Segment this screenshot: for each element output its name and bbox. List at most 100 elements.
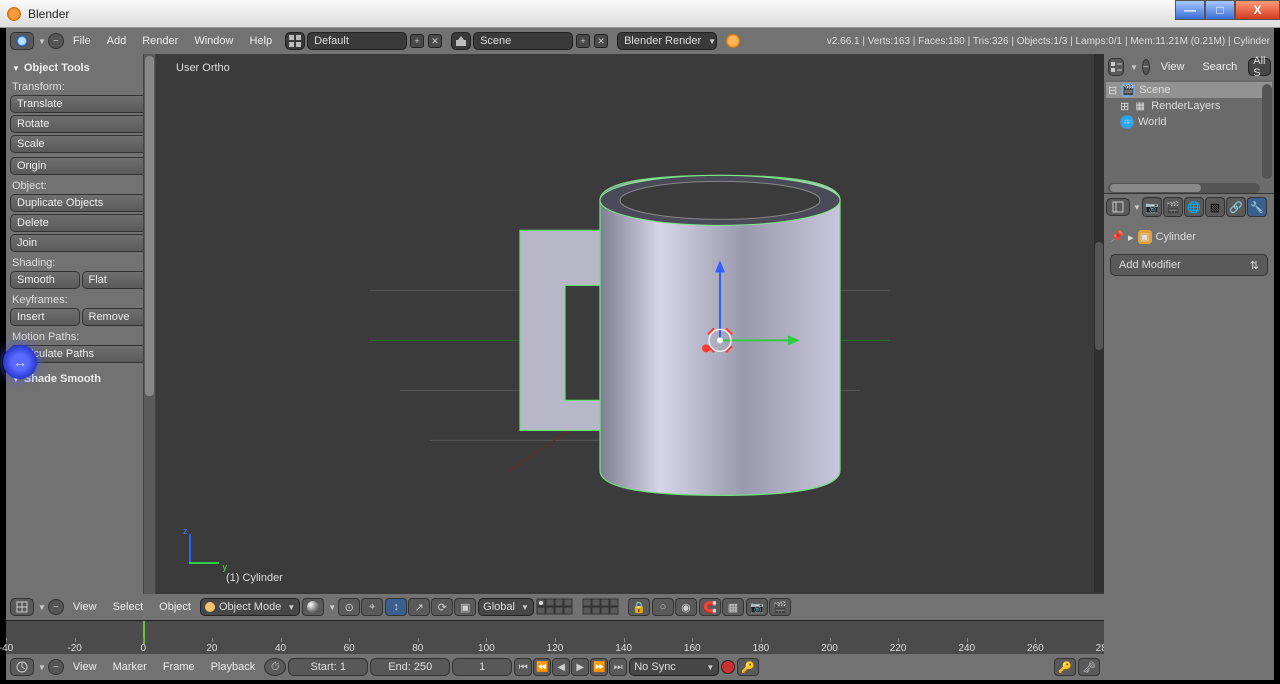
jump-end-button[interactable]: ⏭	[609, 658, 627, 676]
tab-modifiers[interactable]: 🔧	[1247, 197, 1267, 217]
viewport[interactable]: User Ortho (1) Cylinder	[156, 54, 1104, 592]
menu-object[interactable]: Object	[152, 601, 198, 613]
tree-row-renderlayers[interactable]: ⊞▦RenderLayers	[1106, 98, 1272, 114]
pivot-point-button[interactable]: ⊙	[338, 598, 360, 616]
pivot-align-button[interactable]: ⌖	[361, 598, 383, 616]
menu-view[interactable]: View	[66, 661, 104, 673]
object-name[interactable]: Cylinder	[1156, 231, 1196, 243]
scrollbar-thumb[interactable]	[1110, 184, 1201, 192]
scene-browse[interactable]	[451, 32, 471, 50]
menu-add[interactable]: Add	[100, 35, 134, 47]
shade-flat-button[interactable]: Flat	[82, 271, 152, 289]
scene-delete-button[interactable]: ✕	[594, 34, 608, 48]
tab-render[interactable]: 📷	[1142, 197, 1162, 217]
lock-camera-button[interactable]: 🔒	[628, 598, 650, 616]
end-frame-field[interactable]: End: 250	[370, 658, 450, 676]
proportional-edit-button[interactable]: ○	[652, 598, 674, 616]
editor-type-selector[interactable]	[10, 32, 34, 50]
outliner-tree[interactable]: ⊟🎬Scene ⊞▦RenderLayers 🌐World	[1104, 80, 1274, 132]
scrollbar-thumb[interactable]	[145, 56, 154, 396]
outliner-h-scrollbar[interactable]	[1108, 183, 1260, 193]
viewport-scrollbar[interactable]	[1094, 54, 1104, 592]
layers-group-a[interactable]	[536, 598, 580, 616]
current-frame-field[interactable]: 1	[452, 658, 512, 676]
scrollbar-thumb[interactable]	[1095, 242, 1103, 350]
tab-constraints[interactable]: 🔗	[1226, 197, 1246, 217]
window-maximize-button[interactable]: □	[1205, 0, 1235, 20]
menu-playback[interactable]: Playback	[204, 661, 263, 673]
manipulator-translate[interactable]: ↗	[408, 598, 430, 616]
outliner-v-scrollbar[interactable]	[1262, 84, 1272, 179]
shade-smooth-button[interactable]: Smooth	[10, 271, 80, 289]
play-button[interactable]: ▶	[571, 658, 589, 676]
collapse-menus-button[interactable]: −	[48, 599, 64, 615]
editor-type-selector[interactable]	[1106, 198, 1130, 216]
editor-type-selector[interactable]	[10, 598, 34, 616]
manipulator-scale[interactable]: ▣	[454, 598, 476, 616]
auto-keyframe-button[interactable]	[721, 660, 735, 674]
start-frame-field[interactable]: Start: 1	[288, 658, 368, 676]
window-minimize-button[interactable]: —	[1175, 0, 1205, 20]
menu-window[interactable]: Window	[187, 35, 240, 47]
keyframe-next-button[interactable]: ⏩	[590, 658, 608, 676]
render-preview-button[interactable]: 📷	[746, 598, 768, 616]
keyframe-insert-button[interactable]: Insert	[10, 308, 80, 326]
delete-button[interactable]: Delete	[10, 214, 151, 232]
expand-icon[interactable]: ⊞	[1120, 100, 1129, 113]
panel-object-tools[interactable]: ▼Object Tools	[10, 58, 151, 78]
orientation-dropdown[interactable]: Global▼	[478, 598, 534, 616]
snap-element-button[interactable]: ▦	[722, 598, 744, 616]
tree-row-scene[interactable]: ⊟🎬Scene	[1106, 82, 1272, 98]
tree-row-world[interactable]: 🌐World	[1106, 114, 1272, 130]
mode-dropdown[interactable]: Object Mode▼	[200, 598, 300, 616]
screen-layout-browse[interactable]	[285, 32, 305, 50]
tab-world[interactable]: 🌐	[1184, 197, 1204, 217]
menu-select[interactable]: Select	[106, 601, 151, 613]
pin-icon[interactable]: 📌	[1110, 230, 1124, 244]
play-reverse-button[interactable]: ◀	[552, 658, 570, 676]
screen-layout-dropdown[interactable]: Default	[307, 32, 407, 50]
collapse-menus-button[interactable]: −	[48, 33, 64, 49]
expand-icon[interactable]: ⊟	[1108, 84, 1117, 97]
add-modifier-dropdown[interactable]: Add Modifier ⇅	[1110, 254, 1268, 276]
keyframe-prev-button[interactable]: ⏪	[533, 658, 551, 676]
outliner-display-mode[interactable]: All S	[1248, 58, 1270, 76]
keyframe-remove-button[interactable]: Remove	[82, 308, 152, 326]
editor-type-selector[interactable]	[10, 658, 34, 676]
translate-button[interactable]: Translate	[10, 95, 151, 113]
menu-help[interactable]: Help	[242, 35, 279, 47]
scene-dropdown[interactable]: Scene	[473, 32, 573, 50]
editor-type-selector[interactable]	[1108, 58, 1124, 76]
tab-object[interactable]: ▧	[1205, 197, 1225, 217]
menu-frame[interactable]: Frame	[156, 661, 202, 673]
scale-button[interactable]: Scale	[10, 135, 151, 153]
toolshelf-scrollbar[interactable]	[143, 54, 155, 620]
rotate-button[interactable]: Rotate	[10, 115, 151, 133]
viewport-shading-button[interactable]	[302, 598, 324, 616]
keying-insert-button[interactable]: 🔑	[1054, 658, 1076, 676]
proportional-falloff-button[interactable]: ◉	[675, 598, 697, 616]
render-engine-dropdown[interactable]: Blender Render▼	[617, 32, 717, 50]
menu-render[interactable]: Render	[135, 35, 185, 47]
outliner-search-menu[interactable]: Search	[1195, 61, 1244, 73]
keying-delete-button[interactable]: 🗝	[1078, 658, 1100, 676]
snap-toggle[interactable]: 🧲	[699, 598, 721, 616]
manipulator-toggle[interactable]: ↕	[385, 598, 407, 616]
duplicate-button[interactable]: Duplicate Objects	[10, 194, 151, 212]
collapse-menus-button[interactable]: −	[1142, 59, 1150, 75]
keying-set-button[interactable]: 🔑	[737, 658, 759, 676]
menu-marker[interactable]: Marker	[106, 661, 154, 673]
layout-delete-button[interactable]: ✕	[428, 34, 442, 48]
manipulator-rotate[interactable]: ⟳	[431, 598, 453, 616]
scene-add-button[interactable]: +	[576, 34, 590, 48]
origin-button[interactable]: Origin	[10, 157, 151, 175]
jump-start-button[interactable]: ⏮	[514, 658, 532, 676]
layout-add-button[interactable]: +	[410, 34, 424, 48]
outliner-view-menu[interactable]: View	[1154, 61, 1192, 73]
window-close-button[interactable]: X	[1235, 0, 1280, 20]
layers-group-b[interactable]	[582, 598, 626, 616]
render-anim-button[interactable]: 🎬	[769, 598, 791, 616]
use-preview-range-button[interactable]: ⏱	[264, 658, 286, 676]
tab-scene[interactable]: 🎬	[1163, 197, 1183, 217]
timeline-ruler[interactable]: -40-200204060801001201401601802002202402…	[6, 620, 1104, 654]
